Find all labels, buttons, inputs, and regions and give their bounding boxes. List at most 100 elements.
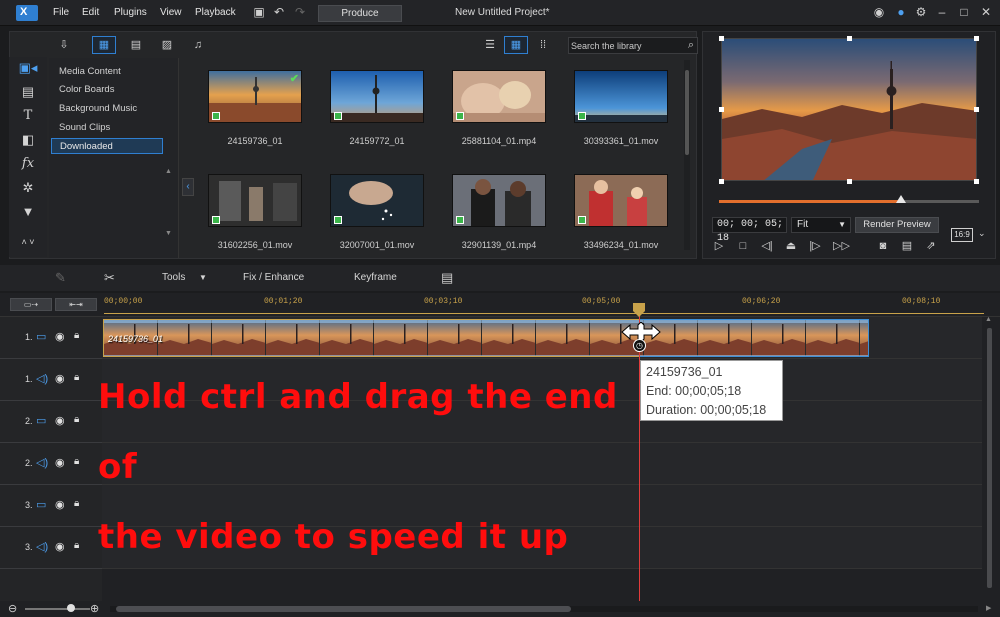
media-tile[interactable]: 33496234_01.mov: [574, 174, 670, 254]
media-tile[interactable]: 31602256_01.mov: [208, 174, 304, 254]
next-frame-icon[interactable]: |▷: [807, 238, 823, 254]
track-header-video-2[interactable]: 2. ▭ ◉ 🔒︎: [0, 401, 102, 443]
timeline-vertical-scroll-thumb[interactable]: [987, 328, 992, 588]
transform-handle[interactable]: [974, 107, 979, 112]
redo-icon[interactable]: ↷: [293, 5, 307, 19]
media-tile[interactable]: ✔ 24159736_01: [208, 70, 304, 150]
media-tile[interactable]: 32007001_01.mov: [330, 174, 426, 254]
scroll-rooms-icon[interactable]: ˄ ˅: [9, 231, 47, 253]
media-tile[interactable]: 32901139_01.mp4: [452, 174, 548, 254]
transform-handle[interactable]: [719, 107, 724, 112]
scroll-up-icon[interactable]: ▲: [985, 316, 992, 323]
timeline-vertical-scrollbar[interactable]: ▲: [985, 316, 993, 596]
library-search-input[interactable]: [571, 39, 679, 52]
timecode-display[interactable]: 00; 00; 05; 18: [712, 217, 787, 244]
snapshot-camera-icon[interactable]: ◙: [875, 238, 891, 254]
track-header-video-3[interactable]: 3. ▭ ◉ 🔒︎: [0, 485, 102, 527]
media-filter-video-icon[interactable]: ▦: [92, 36, 116, 54]
trim-scissors-icon[interactable]: ✂: [104, 270, 115, 286]
timeline-zoom-knob[interactable]: [67, 604, 75, 612]
track-header-audio-2[interactable]: 2. ◁) ◉ 🔒︎: [0, 443, 102, 485]
tree-item-background-music[interactable]: Background Music: [51, 101, 163, 117]
account-icon[interactable]: ◉: [872, 5, 886, 19]
track-header-audio-1[interactable]: 1. ◁) ◉ 🔒︎: [0, 359, 102, 401]
timeline-zoom-slider[interactable]: [25, 608, 90, 610]
settings-gear-icon[interactable]: ⚙: [914, 5, 928, 19]
more-features-icon[interactable]: ▤: [441, 270, 453, 286]
transform-handle[interactable]: [847, 179, 852, 184]
track-manager-button[interactable]: ▭⇢: [10, 298, 52, 311]
media-tile[interactable]: 30393361_01.mov: [574, 70, 670, 150]
grid-view-icon[interactable]: ▦: [504, 36, 528, 54]
visibility-eye-icon[interactable]: ◉: [55, 540, 65, 553]
transform-handle[interactable]: [719, 36, 724, 41]
play-icon[interactable]: ▷: [711, 238, 727, 254]
visibility-eye-icon[interactable]: ◉: [55, 372, 65, 385]
produce-button[interactable]: Produce: [318, 5, 402, 22]
preview-scrub-knob[interactable]: [896, 195, 906, 203]
timeline-horizontal-scroll-thumb[interactable]: [116, 606, 571, 612]
media-tile[interactable]: 24159772_01: [330, 70, 426, 150]
tree-item-downloaded[interactable]: Downloaded: [51, 138, 163, 154]
lock-icon[interactable]: 🔒︎: [74, 414, 79, 425]
lock-icon[interactable]: 🔒︎: [74, 456, 79, 467]
timeline-horizontal-scrollbar[interactable]: [110, 606, 978, 612]
save-icon[interactable]: ▣: [252, 5, 266, 19]
color-board-icon[interactable]: ▤: [9, 81, 47, 103]
minimize-icon[interactable]: –: [935, 5, 949, 19]
menu-view[interactable]: View: [160, 7, 182, 18]
chevron-down-icon[interactable]: ⌄: [978, 228, 986, 239]
transform-handle[interactable]: [719, 179, 724, 184]
tree-scroll-down-icon[interactable]: ▼: [165, 230, 172, 237]
library-scrollbar[interactable]: [684, 60, 690, 250]
keyframe-button[interactable]: Keyframe: [354, 272, 397, 283]
media-filter-film-icon[interactable]: ▤: [124, 36, 148, 54]
aspect-ratio-button[interactable]: 16:9: [951, 228, 973, 242]
visibility-eye-icon[interactable]: ◉: [55, 456, 65, 469]
visibility-eye-icon[interactable]: ◉: [55, 330, 65, 343]
media-filter-image-icon[interactable]: ▨: [155, 36, 179, 54]
effects-room-icon[interactable]: fx: [9, 153, 47, 175]
library-scroll-thumb[interactable]: [685, 70, 689, 155]
playhead-handle-icon[interactable]: [632, 303, 646, 317]
zoom-out-icon[interactable]: ⊖: [8, 602, 17, 615]
render-preview-button[interactable]: Render Preview: [855, 217, 939, 233]
pen-icon[interactable]: ✎: [55, 270, 66, 286]
subtitle-icon[interactable]: ▤: [899, 238, 915, 254]
media-tile[interactable]: 25881104_01.mp4: [452, 70, 548, 150]
tree-scroll-up-icon[interactable]: ▲: [165, 168, 172, 175]
tree-item-color-boards[interactable]: Color Boards: [51, 82, 163, 98]
menu-plugins[interactable]: Plugins: [114, 7, 147, 18]
menu-file[interactable]: File: [53, 7, 69, 18]
collapse-panel-chevron-icon[interactable]: ‹: [182, 178, 194, 196]
search-icon[interactable]: ⌕: [688, 39, 694, 52]
media-room-icon[interactable]: ▣◂: [9, 57, 47, 79]
maximize-icon[interactable]: □: [957, 5, 971, 19]
visibility-eye-icon[interactable]: ◉: [55, 498, 65, 511]
close-icon[interactable]: ✕: [979, 5, 993, 19]
scroll-right-icon[interactable]: ▶: [986, 604, 991, 612]
split-icon[interactable]: ⏏: [783, 238, 799, 254]
menu-playback[interactable]: Playback: [195, 7, 236, 18]
timeline-ruler[interactable]: ▭⇢ ⇤⇥ 00;00;00 00;01;20 00;03;10 00;05;0…: [0, 293, 1000, 317]
title-room-icon[interactable]: T: [9, 105, 47, 127]
fast-forward-icon[interactable]: ▷▷: [833, 238, 850, 254]
tree-scrollbar[interactable]: ▲ ▼: [165, 168, 173, 238]
transform-handle[interactable]: [974, 179, 979, 184]
import-media-icon[interactable]: ⇩: [52, 36, 76, 54]
library-search-box[interactable]: ⌕: [568, 37, 698, 54]
audio-mix-icon[interactable]: ▼: [9, 201, 47, 223]
fix-enhance-button[interactable]: Fix / Enhance: [243, 272, 304, 283]
tree-item-sound-clips[interactable]: Sound Clips: [51, 120, 163, 136]
zoom-fit-select[interactable]: Fit ▼: [791, 217, 851, 233]
more-options-icon[interactable]: ⁞⁞: [531, 36, 555, 54]
transform-handle[interactable]: [847, 36, 852, 41]
lock-icon[interactable]: 🔒︎: [74, 498, 79, 509]
menu-edit[interactable]: Edit: [82, 7, 99, 18]
stop-icon[interactable]: □: [735, 238, 751, 254]
undo-icon[interactable]: ↶: [272, 5, 286, 19]
tools-menu[interactable]: Tools: [162, 272, 185, 283]
track-header-audio-3[interactable]: 3. ◁) ◉ 🔒︎: [0, 527, 102, 569]
lock-icon[interactable]: 🔒︎: [74, 540, 79, 551]
chevron-down-icon[interactable]: ▼: [199, 273, 207, 282]
